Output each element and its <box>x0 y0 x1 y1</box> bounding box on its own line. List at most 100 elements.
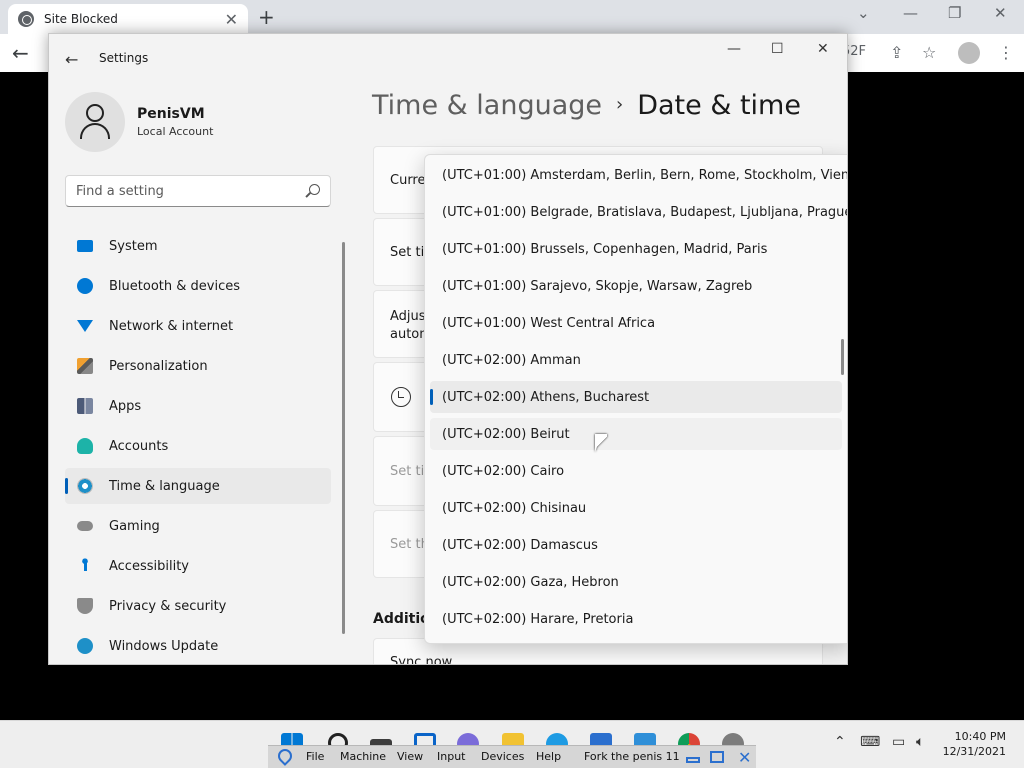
set-the-label: Set th <box>390 537 429 552</box>
vbox-menu-input[interactable]: Input <box>437 750 465 763</box>
time-zone-option[interactable]: (UTC+02:00) Harare, Pretoria <box>430 603 842 635</box>
person-icon <box>86 104 104 122</box>
sidebar-item-apps[interactable]: Apps <box>65 388 331 424</box>
account-type: Local Account <box>137 125 214 138</box>
browser-tab-bar: Site Blocked ✕ + ⌄ — ❐ ✕ <box>0 0 1024 34</box>
search-input[interactable] <box>66 176 302 206</box>
user-avatar[interactable] <box>65 92 125 152</box>
page-title: Date & time <box>637 90 801 121</box>
time-zone-option[interactable]: (UTC+01:00) West Central Africa <box>430 307 842 339</box>
apps-icon <box>77 398 93 414</box>
bluetooth-icon <box>77 278 93 294</box>
mouse-pointer-icon <box>595 434 609 452</box>
time-zone-option[interactable]: (UTC+02:00) Gaza, Hebron <box>430 566 842 598</box>
time-zone-dropdown[interactable]: (UTC+01:00) Amsterdam, Berlin, Bern, Rom… <box>424 154 847 644</box>
sidebar-scrollbar[interactable] <box>342 242 345 634</box>
browser-minimize-icon[interactable]: — <box>903 4 918 22</box>
tab-search-chevron-icon[interactable]: ⌄ <box>857 4 870 22</box>
new-tab-button[interactable]: + <box>258 5 275 29</box>
personalization-icon <box>77 358 93 374</box>
tab-close-icon[interactable]: ✕ <box>225 10 238 29</box>
sidebar-item-privacy-security[interactable]: Privacy & security <box>65 588 331 624</box>
time-zone-option[interactable]: (UTC+02:00) Damascus <box>430 529 842 561</box>
globe-clock-icon <box>391 387 411 407</box>
breadcrumb-parent[interactable]: Time & language <box>372 90 602 121</box>
time-zone-option[interactable]: (UTC+01:00) Sarajevo, Skopje, Warsaw, Za… <box>430 270 842 302</box>
vbox-minimize-icon[interactable] <box>686 757 700 763</box>
maximize-button[interactable]: ☐ <box>771 41 784 57</box>
network-icon <box>77 320 93 332</box>
minimize-button[interactable]: — <box>727 41 741 57</box>
chevron-up-icon[interactable]: ⌃ <box>834 734 846 750</box>
system-icon <box>77 240 93 252</box>
person-icon-body <box>80 123 110 139</box>
browser-menu-icon[interactable]: ⋮ <box>998 43 1014 62</box>
adjust-label-line1: Adjus <box>390 309 426 324</box>
time-zone-option[interactable]: (UTC+01:00) Belgrade, Bratislava, Budape… <box>430 196 847 228</box>
sidebar-item-label: Apps <box>109 398 142 414</box>
sidebar-item-bluetooth-devices[interactable]: Bluetooth & devices <box>65 268 331 304</box>
time-zone-option[interactable]: (UTC+02:00) Amman <box>430 344 842 376</box>
browser-tab-title: Site Blocked <box>44 12 118 26</box>
close-button[interactable]: ✕ <box>817 41 829 57</box>
current-time-label: Curre <box>390 173 426 188</box>
taskbar-clock-date[interactable]: 12/31/2021 <box>940 745 1006 758</box>
sidebar-item-label: Bluetooth & devices <box>109 278 240 294</box>
set-time-label: Set ti <box>390 245 425 260</box>
network-tray-icon[interactable]: ▭ <box>892 734 905 750</box>
accessibility-icon <box>77 558 93 574</box>
windows-update-icon <box>77 638 93 654</box>
sidebar-item-time-language[interactable]: Time & language <box>65 468 331 504</box>
search-icon[interactable] <box>309 184 320 195</box>
vbox-mini-toolbar: File Machine View Input Devices Help For… <box>268 745 756 768</box>
vm-name: Fork the penis 11 <box>584 750 680 763</box>
user-name: PenisVM <box>137 106 205 122</box>
pin-icon[interactable] <box>275 746 295 766</box>
accounts-icon <box>77 438 93 454</box>
browser-restore-icon[interactable]: ❐ <box>948 4 961 22</box>
time-zone-option-hovered[interactable]: (UTC+02:00) Beirut <box>430 418 842 450</box>
taskbar-clock-time[interactable]: 10:40 PM <box>940 730 1006 743</box>
vbox-close-icon[interactable]: ✕ <box>738 748 751 767</box>
sync-now-label: Sync now <box>390 655 453 665</box>
sidebar-item-windows-update[interactable]: Windows Update <box>65 628 331 664</box>
keyboard-icon[interactable]: ⌨ <box>860 734 880 750</box>
vbox-menu-help[interactable]: Help <box>536 750 561 763</box>
bookmark-star-icon[interactable]: ☆ <box>922 43 936 62</box>
time-zone-option[interactable]: (UTC+02:00) Cairo <box>430 455 842 487</box>
browser-tab[interactable]: Site Blocked ✕ <box>8 4 248 34</box>
sidebar-item-label: Accounts <box>109 438 169 454</box>
browser-close-icon[interactable]: ✕ <box>994 4 1007 22</box>
sidebar-item-network-internet[interactable]: Network & internet <box>65 308 331 344</box>
sidebar-item-gaming[interactable]: Gaming <box>65 508 331 544</box>
globe-icon <box>18 11 34 27</box>
time-language-icon <box>77 478 93 494</box>
sidebar-item-accounts[interactable]: Accounts <box>65 428 331 464</box>
time-zone-option[interactable]: (UTC+01:00) Amsterdam, Berlin, Bern, Rom… <box>430 159 847 191</box>
sidebar-item-accessibility[interactable]: Accessibility <box>65 548 331 584</box>
vbox-restore-icon[interactable] <box>710 751 724 763</box>
vbox-menu-file[interactable]: File <box>306 750 324 763</box>
vbox-menu-machine[interactable]: Machine <box>340 750 386 763</box>
time-zone-option-selected[interactable]: (UTC+02:00) Athens, Bucharest <box>430 381 842 413</box>
sidebar-item-label: Gaming <box>109 518 160 534</box>
vbox-menu-view[interactable]: View <box>397 750 423 763</box>
time-zone-option[interactable]: (UTC+02:00) Chisinau <box>430 492 842 524</box>
time-zone-option[interactable]: (UTC+01:00) Brussels, Copenhagen, Madrid… <box>430 233 842 265</box>
privacy-icon <box>77 598 93 614</box>
breadcrumb-separator: › <box>616 94 624 115</box>
share-icon[interactable]: ⇪ <box>890 43 903 62</box>
profile-avatar-icon[interactable] <box>958 42 980 64</box>
vbox-menu-devices[interactable]: Devices <box>481 750 524 763</box>
sidebar-item-label: Windows Update <box>109 638 219 654</box>
settings-back-arrow-icon[interactable]: ← <box>65 50 78 69</box>
back-arrow-icon[interactable]: ← <box>12 41 29 65</box>
dropdown-scrollbar[interactable] <box>841 339 844 375</box>
sidebar-item-personalization[interactable]: Personalization <box>65 348 331 384</box>
sidebar-nav: System Bluetooth & devices Network & int… <box>65 228 331 664</box>
sidebar-item-system[interactable]: System <box>65 228 331 264</box>
additional-settings-heading: Additio <box>373 611 430 627</box>
gaming-icon <box>77 521 93 531</box>
volume-icon[interactable]: 🔈︎ <box>916 734 924 750</box>
search-box[interactable] <box>65 175 331 207</box>
